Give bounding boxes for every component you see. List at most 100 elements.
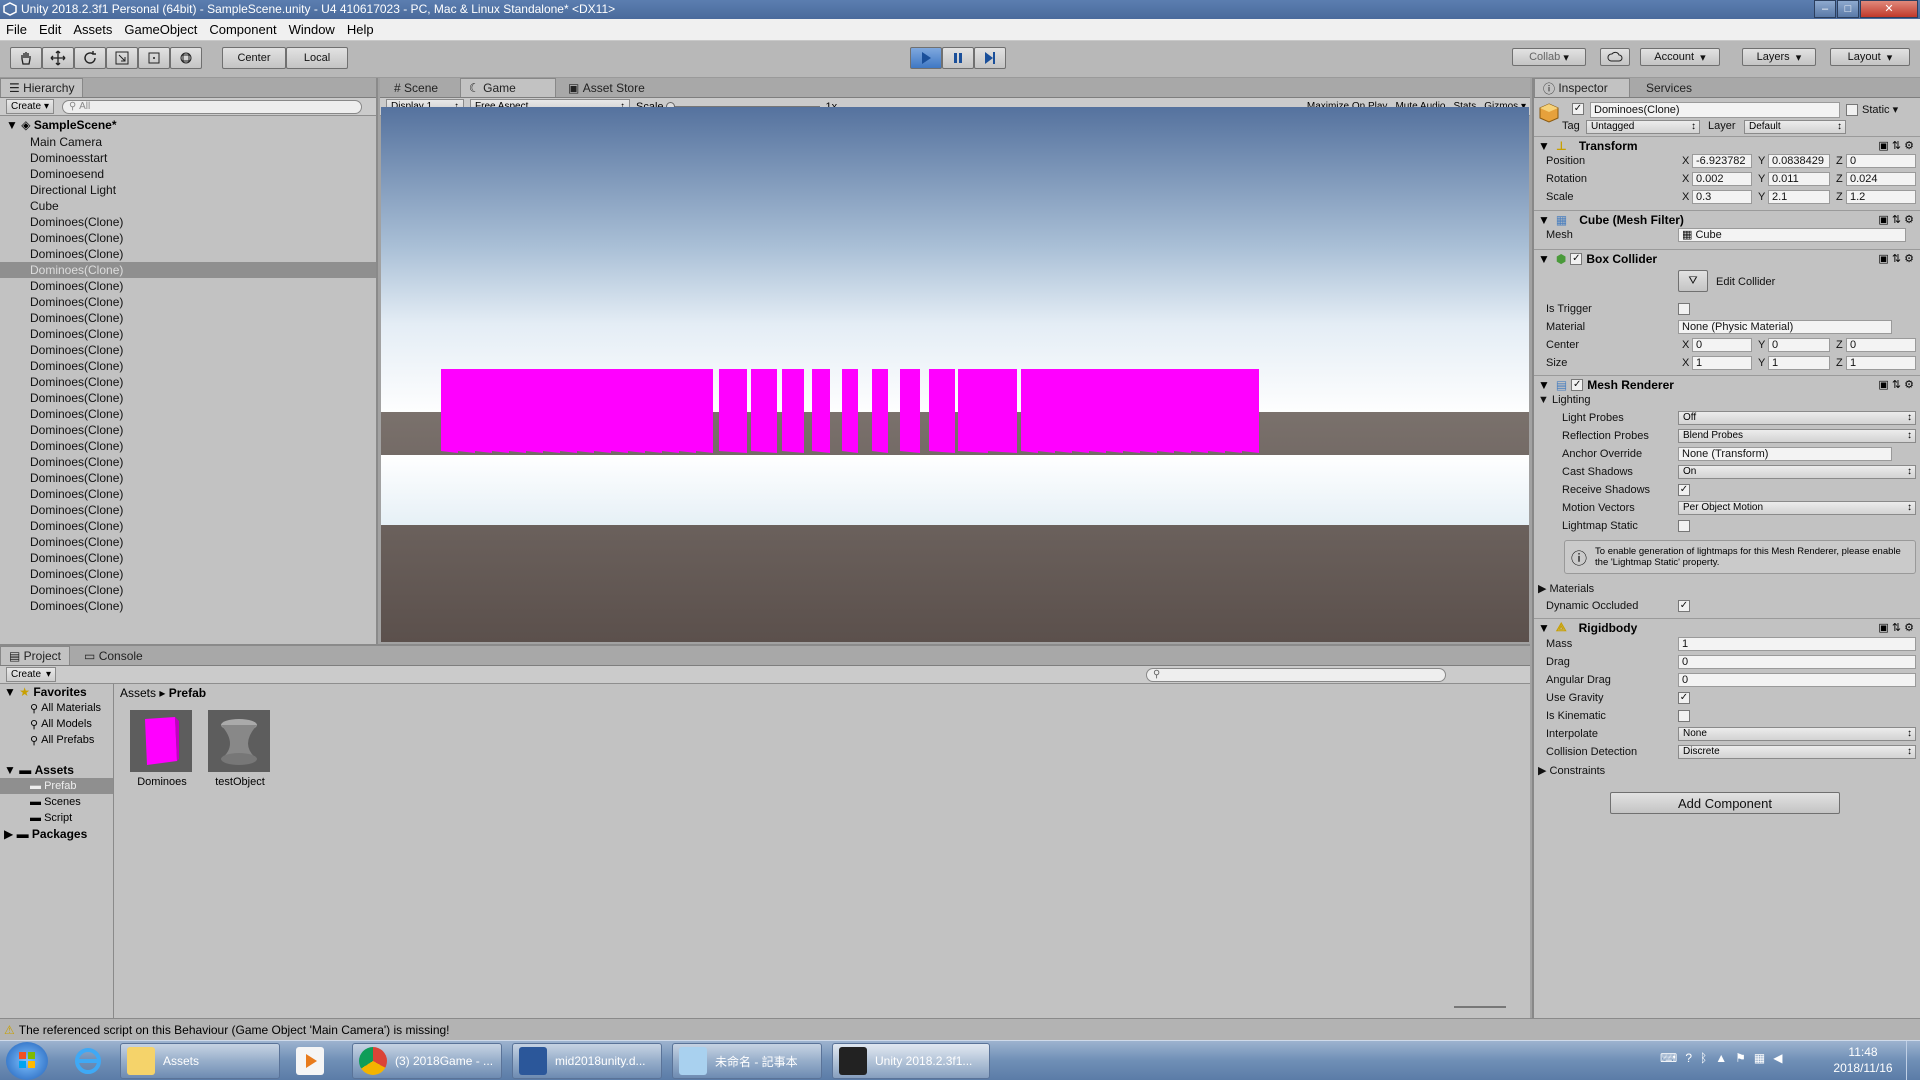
clock[interactable]: 11:48 2018/11/16 bbox=[1828, 1044, 1898, 1076]
pause-button[interactable] bbox=[942, 47, 974, 69]
static-checkbox[interactable] bbox=[1846, 104, 1858, 116]
hierarchy-item[interactable]: Dominoes(Clone) bbox=[0, 470, 376, 486]
play-button[interactable] bbox=[910, 47, 942, 69]
menu-edit[interactable]: Edit bbox=[39, 19, 61, 41]
mass-field[interactable]: 1 bbox=[1678, 637, 1916, 651]
folder-scenes[interactable]: ▬ Scenes bbox=[0, 794, 113, 810]
taskbar-chrome[interactable]: (3) 2018Game - ... bbox=[352, 1043, 502, 1079]
edit-collider-button[interactable]: ⛛ bbox=[1678, 270, 1708, 292]
hierarchy-item[interactable]: Dominoes(Clone) bbox=[0, 486, 376, 502]
mesh-renderer-header[interactable]: ▼ ▤ ✓ Mesh Renderer ▣ ⇅ ⚙ bbox=[1534, 375, 1920, 393]
volume-icon[interactable]: ◀ bbox=[1773, 1051, 1782, 1065]
hierarchy-item[interactable]: Dominoes(Clone) bbox=[0, 502, 376, 518]
help-icon[interactable]: ? bbox=[1685, 1051, 1692, 1065]
hierarchy-item[interactable]: Dominoes(Clone) bbox=[0, 422, 376, 438]
menu-file[interactable]: File bbox=[6, 19, 27, 41]
mesh-field[interactable]: ▦ Cube bbox=[1678, 228, 1906, 242]
taskbar-unity[interactable]: Unity 2018.2.3f1... bbox=[832, 1043, 990, 1079]
motion-vectors-dropdown[interactable]: Per Object Motion ↕ bbox=[1678, 501, 1916, 515]
folder-prefab[interactable]: ▬ Prefab bbox=[0, 778, 113, 794]
materials-foldout[interactable]: ▶ Materials bbox=[1538, 582, 1594, 595]
object-name-field[interactable]: Dominoes(Clone) bbox=[1590, 102, 1840, 118]
transform-tool-button[interactable] bbox=[170, 47, 202, 69]
anchor-override-field[interactable]: None (Transform) bbox=[1678, 447, 1892, 461]
arrow-up-icon[interactable]: ▲ bbox=[1715, 1051, 1727, 1065]
position-z-field[interactable]: 0 bbox=[1846, 154, 1916, 168]
active-checkbox[interactable]: ✓ bbox=[1572, 103, 1584, 115]
pivot-center-button[interactable]: Center bbox=[222, 47, 286, 69]
packages-header[interactable]: ▶ ▬ Packages bbox=[0, 826, 113, 842]
bluetooth-icon[interactable]: ᛒ bbox=[1700, 1051, 1707, 1065]
is-kinematic-checkbox[interactable] bbox=[1678, 710, 1690, 722]
size-x-field[interactable]: 1 bbox=[1692, 356, 1752, 370]
interpolate-dropdown[interactable]: None ↕ bbox=[1678, 727, 1916, 741]
hierarchy-item[interactable]: Dominoes(Clone) bbox=[0, 278, 376, 294]
status-bar[interactable]: ⚠ The referenced script on this Behaviou… bbox=[0, 1018, 1920, 1040]
hierarchy-item[interactable]: Dominoes(Clone) bbox=[0, 230, 376, 246]
lightmap-static-checkbox[interactable] bbox=[1678, 520, 1690, 532]
pivot-local-button[interactable]: Local bbox=[286, 47, 348, 69]
hierarchy-item[interactable]: Dominoes(Clone) bbox=[0, 214, 376, 230]
tab-hierarchy[interactable]: ☰ Hierarchy bbox=[0, 78, 84, 97]
box-collider-enabled-checkbox[interactable]: ✓ bbox=[1570, 252, 1583, 265]
hierarchy-item[interactable]: Dominoes(Clone) bbox=[0, 550, 376, 566]
hierarchy-item[interactable]: Dominoes(Clone) bbox=[0, 374, 376, 390]
is-trigger-checkbox[interactable] bbox=[1678, 303, 1690, 315]
center-y-field[interactable]: 0 bbox=[1768, 338, 1830, 352]
media-player-icon[interactable] bbox=[296, 1047, 324, 1075]
rotation-z-field[interactable]: 0.024 bbox=[1846, 172, 1916, 186]
breadcrumb-prefab[interactable]: Prefab bbox=[169, 686, 206, 700]
center-x-field[interactable]: 0 bbox=[1692, 338, 1752, 352]
menu-help[interactable]: Help bbox=[347, 19, 374, 41]
hierarchy-item[interactable]: Dominoes(Clone) bbox=[0, 518, 376, 534]
collider-material-field[interactable]: None (Physic Material) bbox=[1678, 320, 1892, 334]
hierarchy-item[interactable]: Dominoes(Clone) bbox=[0, 534, 376, 550]
hierarchy-item[interactable]: Dominoes(Clone) bbox=[0, 566, 376, 582]
add-component-button[interactable]: Add Component bbox=[1610, 792, 1840, 814]
keyboard-icon[interactable]: ⌨ bbox=[1660, 1051, 1677, 1065]
component-menu-icon[interactable]: ▣ ⇅ ⚙ bbox=[1878, 621, 1914, 634]
fav-all-models[interactable]: ⚲ All Models bbox=[0, 716, 113, 732]
size-y-field[interactable]: 1 bbox=[1768, 356, 1830, 370]
hierarchy-item[interactable]: Cube bbox=[0, 198, 376, 214]
light-probes-dropdown[interactable]: Off ↕ bbox=[1678, 411, 1916, 425]
hierarchy-create-dropdown[interactable]: Create ▾ bbox=[6, 99, 54, 114]
tab-scene[interactable]: # Scene bbox=[386, 78, 446, 97]
hierarchy-item[interactable]: Dominoesend bbox=[0, 166, 376, 182]
rect-tool-button[interactable] bbox=[138, 47, 170, 69]
breadcrumb-assets[interactable]: Assets bbox=[120, 686, 156, 700]
receive-shadows-checkbox[interactable]: ✓ bbox=[1678, 484, 1690, 496]
box-collider-header[interactable]: ▼ ⬢ ✓ Box Collider ▣ ⇅ ⚙ bbox=[1534, 249, 1920, 267]
move-tool-button[interactable] bbox=[42, 47, 74, 69]
size-z-field[interactable]: 1 bbox=[1846, 356, 1916, 370]
collab-dropdown[interactable]: Collab ▾ bbox=[1512, 48, 1586, 66]
start-button[interactable] bbox=[6, 1042, 48, 1080]
menu-window[interactable]: Window bbox=[289, 19, 335, 41]
step-button[interactable] bbox=[974, 47, 1006, 69]
asset-testobject[interactable]: testObject bbox=[208, 710, 272, 790]
scale-tool-button[interactable] bbox=[106, 47, 138, 69]
hierarchy-item[interactable]: Dominoes(Clone) bbox=[0, 294, 376, 310]
collision-detection-dropdown[interactable]: Discrete ↕ bbox=[1678, 745, 1916, 759]
menu-assets[interactable]: Assets bbox=[73, 19, 112, 41]
maximize-button[interactable]: □ bbox=[1837, 0, 1859, 18]
hand-tool-button[interactable] bbox=[10, 47, 42, 69]
rotation-y-field[interactable]: 0.011 bbox=[1768, 172, 1830, 186]
hierarchy-item[interactable]: Dominoesstart bbox=[0, 150, 376, 166]
tab-game[interactable]: ☾ Game bbox=[460, 78, 557, 97]
center-z-field[interactable]: 0 bbox=[1846, 338, 1916, 352]
hierarchy-item[interactable]: Dominoes(Clone) bbox=[0, 406, 376, 422]
component-menu-icon[interactable]: ▣ ⇅ ⚙ bbox=[1878, 213, 1914, 226]
menu-component[interactable]: Component bbox=[209, 19, 276, 41]
hierarchy-search[interactable]: ⚲ All bbox=[62, 99, 362, 114]
hierarchy-item[interactable]: Dominoes(Clone) bbox=[0, 342, 376, 358]
tab-inspector[interactable]: ⓘ Inspector bbox=[1534, 78, 1630, 97]
reflection-probes-dropdown[interactable]: Blend Probes ↕ bbox=[1678, 429, 1916, 443]
tag-dropdown[interactable]: Untagged ↕ bbox=[1586, 120, 1700, 134]
hierarchy-item[interactable]: Dominoes(Clone) bbox=[0, 390, 376, 406]
hierarchy-item[interactable]: Dominoes(Clone) bbox=[0, 310, 376, 326]
hierarchy-item[interactable]: Dominoes(Clone) bbox=[0, 358, 376, 374]
use-gravity-checkbox[interactable]: ✓ bbox=[1678, 692, 1690, 704]
transform-header[interactable]: ▼ ⊥ Transform ▣ ⇅ ⚙ bbox=[1534, 136, 1920, 154]
project-search[interactable]: ⚲ bbox=[1146, 667, 1446, 682]
